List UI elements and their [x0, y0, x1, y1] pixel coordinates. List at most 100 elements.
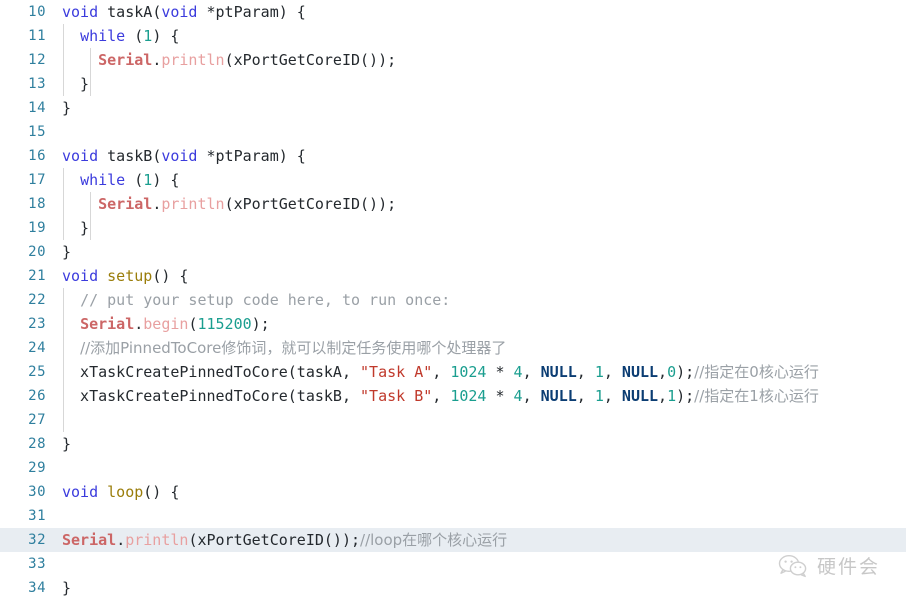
code-line[interactable]: 23 Serial.begin(115200);: [0, 312, 906, 336]
code-line[interactable]: 13 }: [0, 72, 906, 96]
line-number[interactable]: 11: [0, 24, 46, 48]
code-line[interactable]: 17 while (1) {: [0, 168, 906, 192]
line-number[interactable]: 31: [0, 504, 46, 528]
code-text[interactable]: }: [62, 240, 906, 264]
code-line[interactable]: 34}: [0, 576, 906, 600]
code-token: void: [161, 147, 198, 165]
line-number[interactable]: 16: [0, 144, 46, 168]
code-text[interactable]: }: [62, 96, 906, 120]
code-text[interactable]: void setup() {: [62, 264, 906, 288]
code-token: .: [152, 195, 162, 213]
line-number[interactable]: 25: [0, 360, 46, 384]
line-number[interactable]: 10: [0, 0, 46, 24]
line-number[interactable]: 21: [0, 264, 46, 288]
line-number[interactable]: 19: [0, 216, 46, 240]
code-line[interactable]: 26 xTaskCreatePinnedToCore(taskB, "Task …: [0, 384, 906, 408]
code-line[interactable]: 18 Serial.println(xPortGetCoreID());: [0, 192, 906, 216]
code-text[interactable]: // put your setup code here, to run once…: [62, 288, 906, 312]
line-number[interactable]: 15: [0, 120, 46, 144]
code-token: (: [152, 3, 162, 21]
code-token: 1: [667, 387, 677, 405]
code-text[interactable]: Serial.println(xPortGetCoreID());: [62, 192, 906, 216]
code-text[interactable]: }: [62, 432, 906, 456]
code-token: ) {: [152, 27, 180, 45]
code-token: //loop在哪个核心运行: [360, 531, 508, 549]
code-line[interactable]: 20}: [0, 240, 906, 264]
code-text[interactable]: void taskA(void *ptParam) {: [62, 0, 906, 24]
code-line[interactable]: 19 }: [0, 216, 906, 240]
code-line[interactable]: 25 xTaskCreatePinnedToCore(taskA, "Task …: [0, 360, 906, 384]
code-text[interactable]: }: [62, 216, 906, 240]
code-token: }: [62, 99, 72, 117]
code-token: println: [161, 195, 225, 213]
code-token: .: [152, 51, 162, 69]
line-number[interactable]: 34: [0, 576, 46, 600]
code-token: 1: [143, 171, 153, 189]
code-text[interactable]: Serial.println(xPortGetCoreID());//loop在…: [62, 528, 906, 552]
line-number[interactable]: 28: [0, 432, 46, 456]
code-token: (: [125, 27, 144, 45]
code-text[interactable]: xTaskCreatePinnedToCore(taskA, "Task A",…: [62, 360, 906, 384]
code-line[interactable]: 22 // put your setup code here, to run o…: [0, 288, 906, 312]
code-editor[interactable]: 10 void taskA(void *ptParam) {11 while (1…: [0, 0, 906, 603]
line-number[interactable]: 27: [0, 408, 46, 432]
line-number[interactable]: 20: [0, 240, 46, 264]
line-number[interactable]: 24: [0, 336, 46, 360]
code-line[interactable]: 30 void loop() {: [0, 480, 906, 504]
code-token: (: [125, 171, 144, 189]
code-text[interactable]: while (1) {: [62, 24, 906, 48]
code-text[interactable]: }: [62, 72, 906, 96]
code-text[interactable]: //添加PinnedToCore修饰词，就可以制定任务使用哪个处理器了: [62, 336, 906, 360]
code-token: 0: [667, 363, 677, 381]
code-token: (xPortGetCoreID());: [224, 195, 397, 213]
code-line[interactable]: 28}: [0, 432, 906, 456]
line-number[interactable]: 13: [0, 72, 46, 96]
code-line[interactable]: 29: [0, 456, 906, 480]
code-token: setup: [107, 267, 153, 285]
code-line[interactable]: 10 void taskA(void *ptParam) {: [0, 0, 906, 24]
code-token: taskB: [107, 147, 153, 165]
code-line[interactable]: 15: [0, 120, 906, 144]
code-line[interactable]: 14}: [0, 96, 906, 120]
code-token: () {: [143, 483, 180, 501]
code-line[interactable]: 21 void setup() {: [0, 264, 906, 288]
code-token: ,: [432, 363, 451, 381]
indent-guide: [63, 408, 64, 432]
code-token: NULL: [621, 363, 659, 381]
code-line[interactable]: 11 while (1) {: [0, 24, 906, 48]
code-token: begin: [143, 315, 189, 333]
code-text[interactable]: while (1) {: [62, 168, 906, 192]
code-text[interactable]: }: [62, 576, 906, 600]
code-line[interactable]: 27: [0, 408, 906, 432]
code-token: ,: [522, 387, 541, 405]
code-line[interactable]: 33: [0, 552, 906, 576]
code-line[interactable]: 32 Serial.println(xPortGetCoreID());//loo…: [0, 528, 906, 552]
line-number[interactable]: 22: [0, 288, 46, 312]
code-token: .: [134, 315, 144, 333]
line-number[interactable]: 14: [0, 96, 46, 120]
line-number[interactable]: 30: [0, 480, 46, 504]
line-number[interactable]: 32: [0, 528, 46, 552]
code-line[interactable]: 12 Serial.println(xPortGetCoreID());: [0, 48, 906, 72]
code-text[interactable]: void loop() {: [62, 480, 906, 504]
code-text[interactable]: xTaskCreatePinnedToCore(taskB, "Task B",…: [62, 384, 906, 408]
code-text[interactable]: Serial.begin(115200);: [62, 312, 906, 336]
line-number[interactable]: 12: [0, 48, 46, 72]
line-number[interactable]: 17: [0, 168, 46, 192]
line-number[interactable]: 29: [0, 456, 46, 480]
line-number[interactable]: 18: [0, 192, 46, 216]
code-token: ,: [603, 387, 622, 405]
line-number[interactable]: 26: [0, 384, 46, 408]
code-token: "Task B": [360, 387, 433, 405]
code-token: 1: [143, 27, 153, 45]
line-number[interactable]: 23: [0, 312, 46, 336]
code-token: NULL: [540, 363, 577, 381]
code-line[interactable]: 24 //添加PinnedToCore修饰词，就可以制定任务使用哪个处理器了: [0, 336, 906, 360]
code-text[interactable]: Serial.println(xPortGetCoreID());: [62, 48, 906, 72]
code-text[interactable]: void taskB(void *ptParam) {: [62, 144, 906, 168]
code-line[interactable]: 31: [0, 504, 906, 528]
code-line[interactable]: 16 void taskB(void *ptParam) {: [0, 144, 906, 168]
line-number[interactable]: 33: [0, 552, 46, 576]
